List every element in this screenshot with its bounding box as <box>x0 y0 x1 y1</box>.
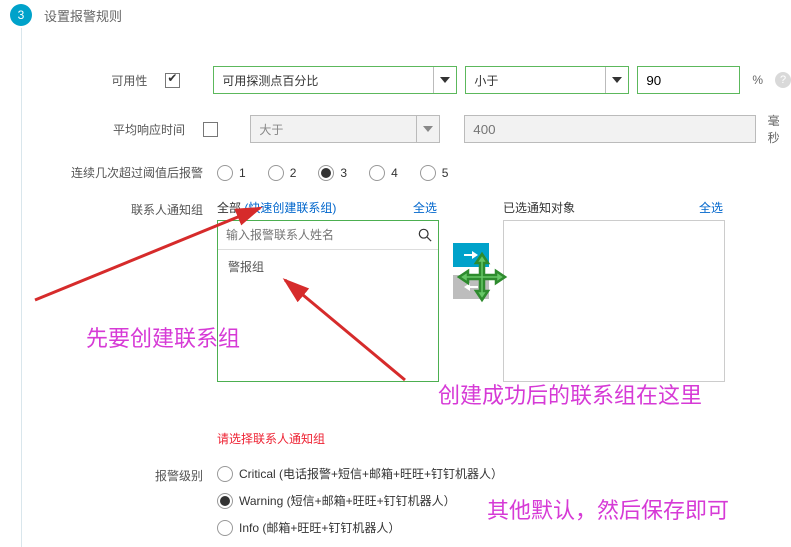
select-availability-operator-value: 小于 <box>474 72 498 89</box>
transfer-arrows <box>453 243 489 299</box>
link-select-all-right[interactable]: 全选 <box>699 199 723 216</box>
link-quick-create-group[interactable]: (快速创建联系组) <box>244 201 336 215</box>
search-icon[interactable] <box>412 228 438 242</box>
step-header: 3 设置报警规则 <box>10 0 791 26</box>
radio-icon <box>369 165 385 181</box>
radio-icon <box>217 520 233 536</box>
row-error: 请选择联系人通知组 <box>55 400 791 465</box>
step-number-badge: 3 <box>10 4 32 26</box>
chevron-down-icon <box>416 116 439 142</box>
radio-label: 1 <box>239 166 246 180</box>
select-availability-operator[interactable]: 小于 <box>465 66 629 94</box>
label-alarm-level: 报警级别 <box>55 465 217 484</box>
radio-consecutive-5[interactable]: 5 <box>420 165 449 181</box>
radio-level-critical[interactable]: Critical (电话报警+短信+邮箱+旺旺+钉钉机器人） <box>217 465 503 482</box>
radio-consecutive-3[interactable]: 3 <box>318 165 347 181</box>
select-availability-metric-value: 可用探测点百分比 <box>222 72 318 89</box>
listbox-available-groups: 警报组 <box>217 220 439 382</box>
radio-label: 4 <box>391 166 398 180</box>
unit-percent: % <box>752 73 763 87</box>
radio-group-alarm-level: Critical (电话报警+短信+邮箱+旺旺+钉钉机器人） Warning (短… <box>217 465 503 536</box>
unit-ms: 毫秒 <box>768 112 791 146</box>
step-title: 设置报警规则 <box>44 6 122 25</box>
radio-icon <box>217 493 233 509</box>
row-alarm-level: 报警级别 Critical (电话报警+短信+邮箱+旺旺+钉钉机器人） Warni… <box>55 465 791 536</box>
select-avgresp-operator[interactable]: 大于 <box>250 115 440 143</box>
radio-label: 2 <box>290 166 297 180</box>
input-availability-threshold[interactable] <box>637 66 740 94</box>
checkbox-availability[interactable] <box>165 73 180 88</box>
radio-consecutive-1[interactable]: 1 <box>217 165 246 181</box>
search-bar <box>218 221 438 250</box>
row-avg-response: 平均响应时间 大于 毫秒 <box>55 112 791 146</box>
checkbox-avg-response[interactable] <box>203 122 218 137</box>
select-avgresp-operator-value: 大于 <box>259 121 283 138</box>
radio-icon <box>268 165 284 181</box>
chevron-down-icon <box>433 67 456 93</box>
radio-label: Critical (电话报警+短信+邮箱+旺旺+钉钉机器人） <box>239 465 503 482</box>
search-input[interactable] <box>218 228 412 242</box>
input-avgresp-threshold[interactable] <box>464 115 755 143</box>
link-select-all-left[interactable]: 全选 <box>413 199 437 216</box>
radio-consecutive-2[interactable]: 2 <box>268 165 297 181</box>
radio-group-consecutive: 1 2 3 4 5 <box>217 165 448 181</box>
text-all: 全部 <box>217 201 241 215</box>
error-message: 请选择联系人通知组 <box>217 430 325 447</box>
move-left-button[interactable] <box>453 275 489 299</box>
row-consecutive: 连续几次超过阈值后报警 1 2 3 4 5 <box>55 164 791 181</box>
help-icon[interactable]: ? <box>775 72 791 88</box>
list-item[interactable]: 警报组 <box>218 250 438 283</box>
label-contact-group: 联系人通知组 <box>55 199 217 218</box>
radio-label: 3 <box>340 166 347 180</box>
label-availability: 可用性 <box>55 72 161 89</box>
radio-consecutive-4[interactable]: 4 <box>369 165 398 181</box>
chevron-down-icon <box>605 67 628 93</box>
listbox-selected-groups <box>503 220 725 382</box>
radio-icon <box>318 165 334 181</box>
radio-level-info[interactable]: Info (邮箱+旺旺+钉钉机器人） <box>217 519 503 536</box>
label-consecutive: 连续几次超过阈值后报警 <box>55 164 217 181</box>
text-selected-title: 已选通知对象 <box>503 199 575 216</box>
step-timeline <box>21 28 22 547</box>
radio-label: 5 <box>442 166 449 180</box>
label-avg-response: 平均响应时间 <box>55 121 199 138</box>
row-availability: 可用性 可用探测点百分比 小于 % ? <box>55 66 791 94</box>
select-availability-metric[interactable]: 可用探测点百分比 <box>213 66 457 94</box>
radio-icon <box>420 165 436 181</box>
radio-icon <box>217 165 233 181</box>
radio-label: Info (邮箱+旺旺+钉钉机器人） <box>239 519 400 536</box>
row-contact-group: 联系人通知组 全部 (快速创建联系组) 全选 <box>55 199 791 382</box>
radio-level-warning[interactable]: Warning (短信+邮箱+旺旺+钉钉机器人） <box>217 492 503 509</box>
radio-label: Warning (短信+邮箱+旺旺+钉钉机器人） <box>239 492 456 509</box>
radio-icon <box>217 466 233 482</box>
move-right-button[interactable] <box>453 243 489 267</box>
